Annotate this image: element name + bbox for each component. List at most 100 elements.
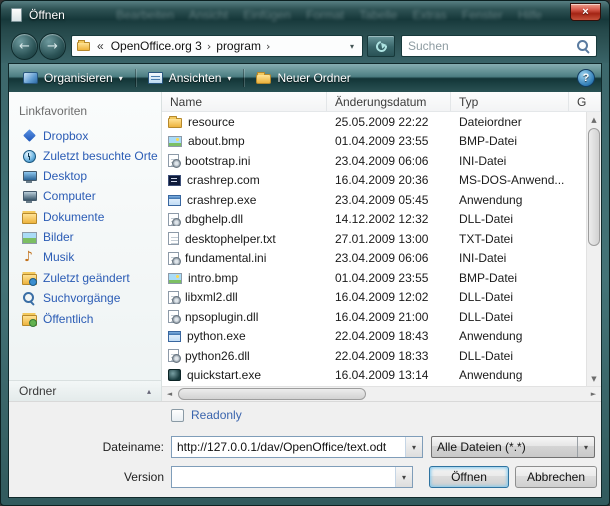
search-box[interactable]: [401, 35, 597, 57]
scroll-left-icon[interactable]: ◄: [162, 387, 177, 401]
file-row[interactable]: fundamental.ini 23.04.2009 06:06 INI-Dat…: [162, 249, 586, 269]
dll-icon: [168, 291, 179, 304]
filetype-value[interactable]: Alle Dateien (*.*): [432, 440, 577, 454]
file-date: 14.12.2002 12:32: [327, 212, 451, 226]
back-button[interactable]: ←: [11, 33, 38, 60]
dialog-icon: [11, 8, 22, 22]
desktop-icon: [22, 169, 36, 183]
version-combobox[interactable]: ▾: [171, 466, 413, 488]
filename-value[interactable]: http://127.0.0.1/dav/OpenOffice/text.odt: [172, 440, 405, 454]
sidebar-item[interactable]: Dropbox: [9, 126, 161, 146]
breadcrumb-dropdown-icon[interactable]: ▾: [346, 42, 358, 51]
views-button[interactable]: Ansichten ▾: [140, 68, 240, 88]
column-header-date[interactable]: Änderungsdatum: [327, 92, 451, 111]
help-icon: ?: [583, 72, 590, 84]
favorites-header: Linkfavoriten: [9, 100, 161, 126]
new-folder-label: Neuer Ordner: [277, 71, 350, 85]
sidebar-item[interactable]: Musik: [9, 247, 161, 267]
column-header-size[interactable]: G: [569, 92, 601, 111]
folder-share-icon: [22, 312, 36, 326]
filename-dropdown-icon[interactable]: ▾: [405, 437, 422, 457]
computer-icon: [22, 189, 36, 203]
file-row[interactable]: desktophelper.txt 27.01.2009 13:00 TXT-D…: [162, 229, 586, 249]
search-icon[interactable]: [576, 39, 590, 53]
new-folder-button[interactable]: Neuer Ordner: [248, 68, 358, 88]
file-row[interactable]: bootstrap.ini 23.04.2009 06:06 INI-Datei: [162, 151, 586, 171]
file-list: Name Änderungsdatum Typ G resource 25.05…: [162, 92, 601, 401]
file-name: desktophelper.txt: [185, 232, 276, 246]
sidebar-item[interactable]: Dokumente: [9, 206, 161, 227]
toolbar-separator: [135, 69, 136, 87]
file-row[interactable]: npsoplugin.dll 16.04.2009 21:00 DLL-Date…: [162, 307, 586, 327]
breadcrumb-separator-icon[interactable]: ›: [207, 40, 211, 53]
chevron-up-icon: ▴: [147, 387, 151, 396]
vertical-scrollbar[interactable]: ▲ ▼: [586, 112, 601, 386]
file-date: 27.01.2009 13:00: [327, 232, 451, 246]
file-date: 23.04.2009 06:06: [327, 154, 451, 168]
file-type: BMP-Datei: [451, 271, 569, 285]
file-row[interactable]: intro.bmp 01.04.2009 23:55 BMP-Datei: [162, 268, 586, 288]
refresh-button[interactable]: [367, 35, 395, 57]
organize-button[interactable]: Organisieren ▾: [15, 68, 131, 88]
file-date: 01.04.2009 23:55: [327, 134, 451, 148]
sidebar-item[interactable]: Computer: [9, 186, 161, 206]
column-header-type[interactable]: Typ: [451, 92, 569, 111]
dialog-body: Organisieren ▾ Ansichten ▾ Neuer Ordner …: [8, 63, 602, 498]
sidebar-item-label: Desktop: [43, 169, 87, 183]
filetype-combobox[interactable]: Alle Dateien (*.*) ▾: [431, 436, 595, 458]
new-folder-icon: [256, 74, 271, 84]
help-button[interactable]: ?: [577, 69, 595, 87]
file-row[interactable]: dbghelp.dll 14.12.2002 12:32 DLL-Datei: [162, 210, 586, 230]
dll-icon: [168, 213, 179, 226]
filename-combobox[interactable]: http://127.0.0.1/dav/OpenOffice/text.odt…: [171, 436, 423, 458]
readonly-checkbox[interactable]: [171, 409, 184, 422]
file-row[interactable]: resource 25.05.2009 22:22 Dateiordner: [162, 112, 586, 132]
file-row[interactable]: libxml2.dll 16.04.2009 12:02 DLL-Datei: [162, 288, 586, 308]
scroll-up-icon[interactable]: ▲: [587, 112, 601, 127]
column-header-name[interactable]: Name: [162, 92, 327, 111]
open-button[interactable]: Öffnen: [429, 466, 509, 488]
sidebar-item[interactable]: Zuletzt besuchte Orte: [9, 146, 161, 166]
file-date: 16.04.2009 20:36: [327, 173, 451, 187]
horizontal-scroll-thumb[interactable]: [178, 388, 366, 400]
music-icon: [22, 250, 36, 264]
sidebar-item[interactable]: Desktop: [9, 166, 161, 186]
scroll-down-icon[interactable]: ▼: [587, 371, 601, 386]
forward-button[interactable]: →: [39, 33, 66, 60]
file-name-cell: desktophelper.txt: [162, 232, 327, 246]
file-row[interactable]: crashrep.exe 23.04.2009 05:45 Anwendung: [162, 190, 586, 210]
window-title: Öffnen: [29, 8, 65, 22]
titlebar[interactable]: Bearbeiten Ansicht Einfügen Format Tabel…: [1, 1, 609, 29]
file-row[interactable]: about.bmp 01.04.2009 23:55 BMP-Datei: [162, 132, 586, 152]
ini-icon: [168, 154, 179, 167]
cancel-button[interactable]: Abbrechen: [515, 466, 597, 488]
file-row[interactable]: quickstart.exe 16.04.2009 13:14 Anwendun…: [162, 366, 586, 386]
breadcrumb-overflow-chevron[interactable]: «: [95, 39, 106, 53]
file-row[interactable]: crashrep.com 16.04.2009 20:36 MS-DOS-Anw…: [162, 171, 586, 191]
file-type: BMP-Datei: [451, 134, 569, 148]
folders-expander[interactable]: Ordner ▴: [9, 380, 161, 401]
file-type: INI-Datei: [451, 251, 569, 265]
close-button[interactable]: ×: [570, 3, 601, 21]
refresh-icon: [373, 38, 388, 53]
breadcrumb-item-program[interactable]: program: [213, 39, 264, 53]
scroll-right-icon[interactable]: ►: [586, 387, 601, 401]
horizontal-scrollbar[interactable]: ◄ ►: [162, 386, 601, 401]
search-input[interactable]: [408, 39, 572, 53]
breadcrumb-separator-icon[interactable]: ›: [266, 40, 270, 53]
breadcrumb[interactable]: « OpenOffice.org 3 › program › ▾: [71, 35, 363, 57]
version-dropdown-icon[interactable]: ▾: [395, 467, 412, 487]
sidebar-item[interactable]: Bilder: [9, 227, 161, 247]
file-type: TXT-Datei: [451, 232, 569, 246]
filetype-dropdown-icon[interactable]: ▾: [577, 437, 594, 457]
sidebar-item[interactable]: Öffentlich: [9, 308, 161, 329]
sidebar-item[interactable]: Zuletzt geändert: [9, 267, 161, 288]
folders-label: Ordner: [19, 384, 56, 398]
vertical-scroll-thumb[interactable]: [588, 128, 600, 246]
file-row[interactable]: python.exe 22.04.2009 18:43 Anwendung: [162, 327, 586, 347]
file-name-cell: dbghelp.dll: [162, 212, 327, 226]
breadcrumb-item-openoffice[interactable]: OpenOffice.org 3: [108, 39, 205, 53]
navigation-bar: ← → « OpenOffice.org 3 › program › ▾: [1, 29, 609, 63]
file-row[interactable]: python26.dll 22.04.2009 18:33 DLL-Datei: [162, 346, 586, 366]
sidebar-item[interactable]: Suchvorgänge: [9, 288, 161, 308]
